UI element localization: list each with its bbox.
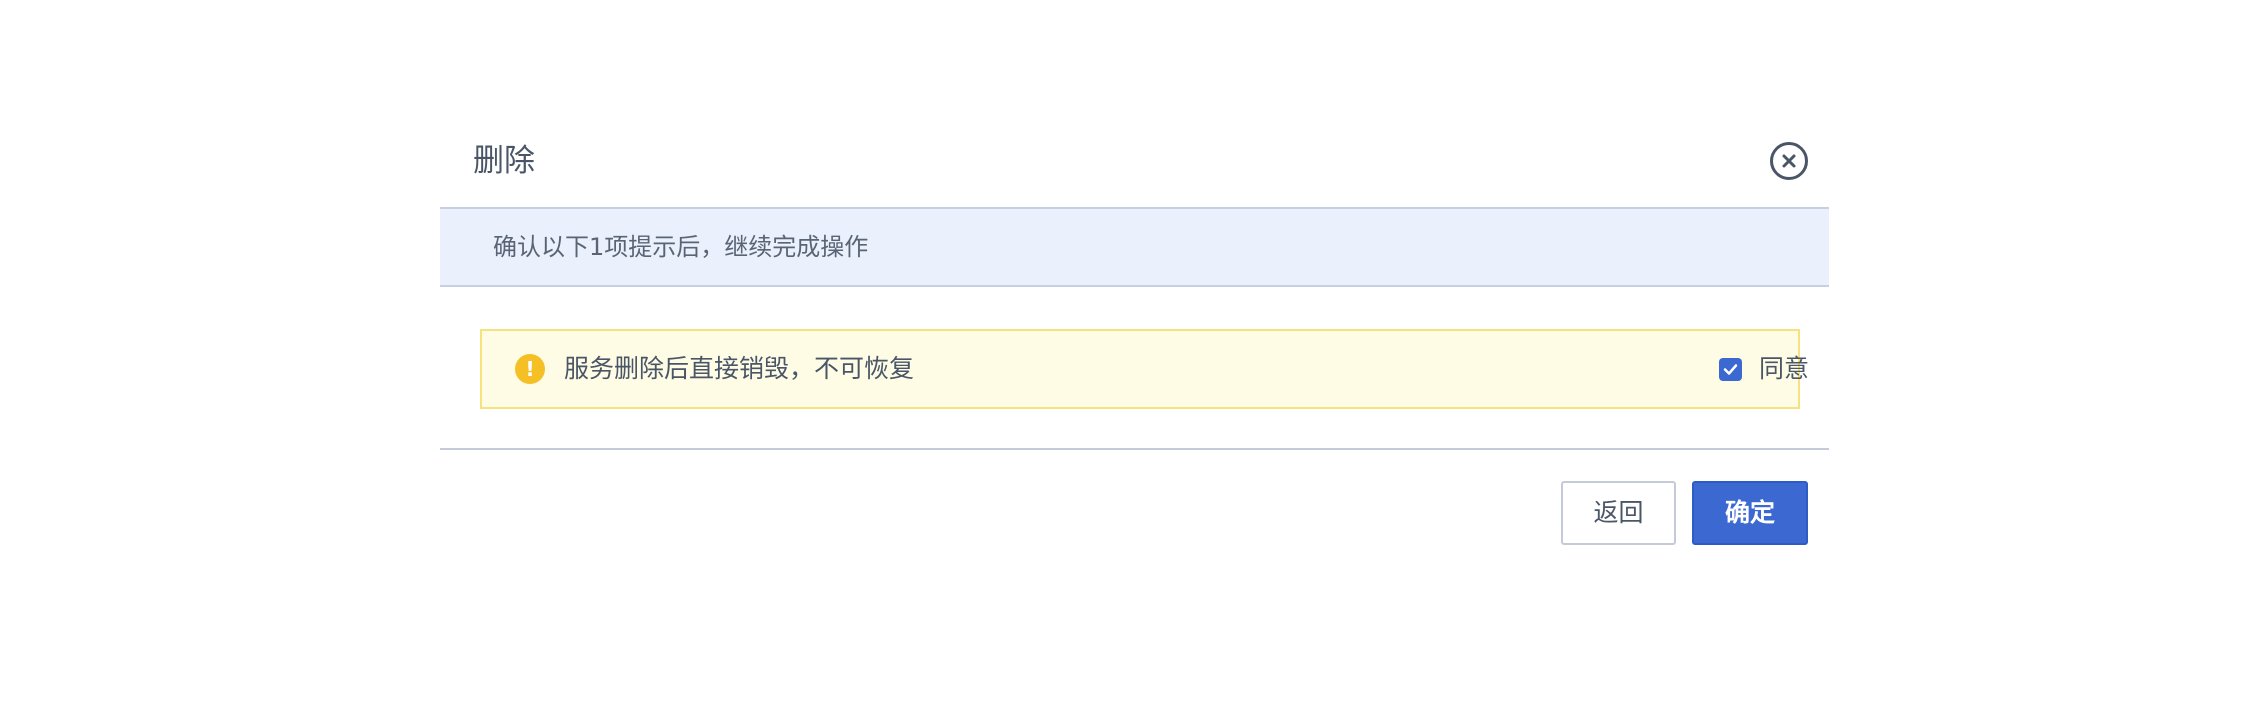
checkmark-icon [1723, 364, 1738, 375]
dialog-title: 删除 [473, 143, 535, 179]
warning-item: ! 服务删除后直接销毁，不可恢复 同意 [480, 329, 1809, 409]
back-button[interactable]: 返回 [1561, 481, 1676, 545]
notice-text: 确认以下1项提示后，继续完成操作 [493, 233, 869, 261]
warning-text: 服务删除后直接销毁，不可恢复 [564, 354, 915, 383]
agree-label[interactable]: 同意 [1759, 331, 1809, 407]
close-icon [1782, 154, 1796, 168]
confirm-button[interactable]: 确定 [1692, 481, 1808, 545]
delete-dialog: 删除 确认以下1项提示后，继续完成操作 ! 服务删除后直接销毁，不可恢复 同意 … [440, 116, 1829, 564]
footer-divider [440, 448, 1829, 450]
confirm-notice-bar: 确认以下1项提示后，继续完成操作 [440, 209, 1829, 287]
close-button[interactable] [1770, 142, 1808, 180]
warning-icon: ! [515, 354, 545, 384]
agree-checkbox[interactable] [1719, 358, 1742, 381]
dialog-header: 删除 [440, 116, 1829, 209]
